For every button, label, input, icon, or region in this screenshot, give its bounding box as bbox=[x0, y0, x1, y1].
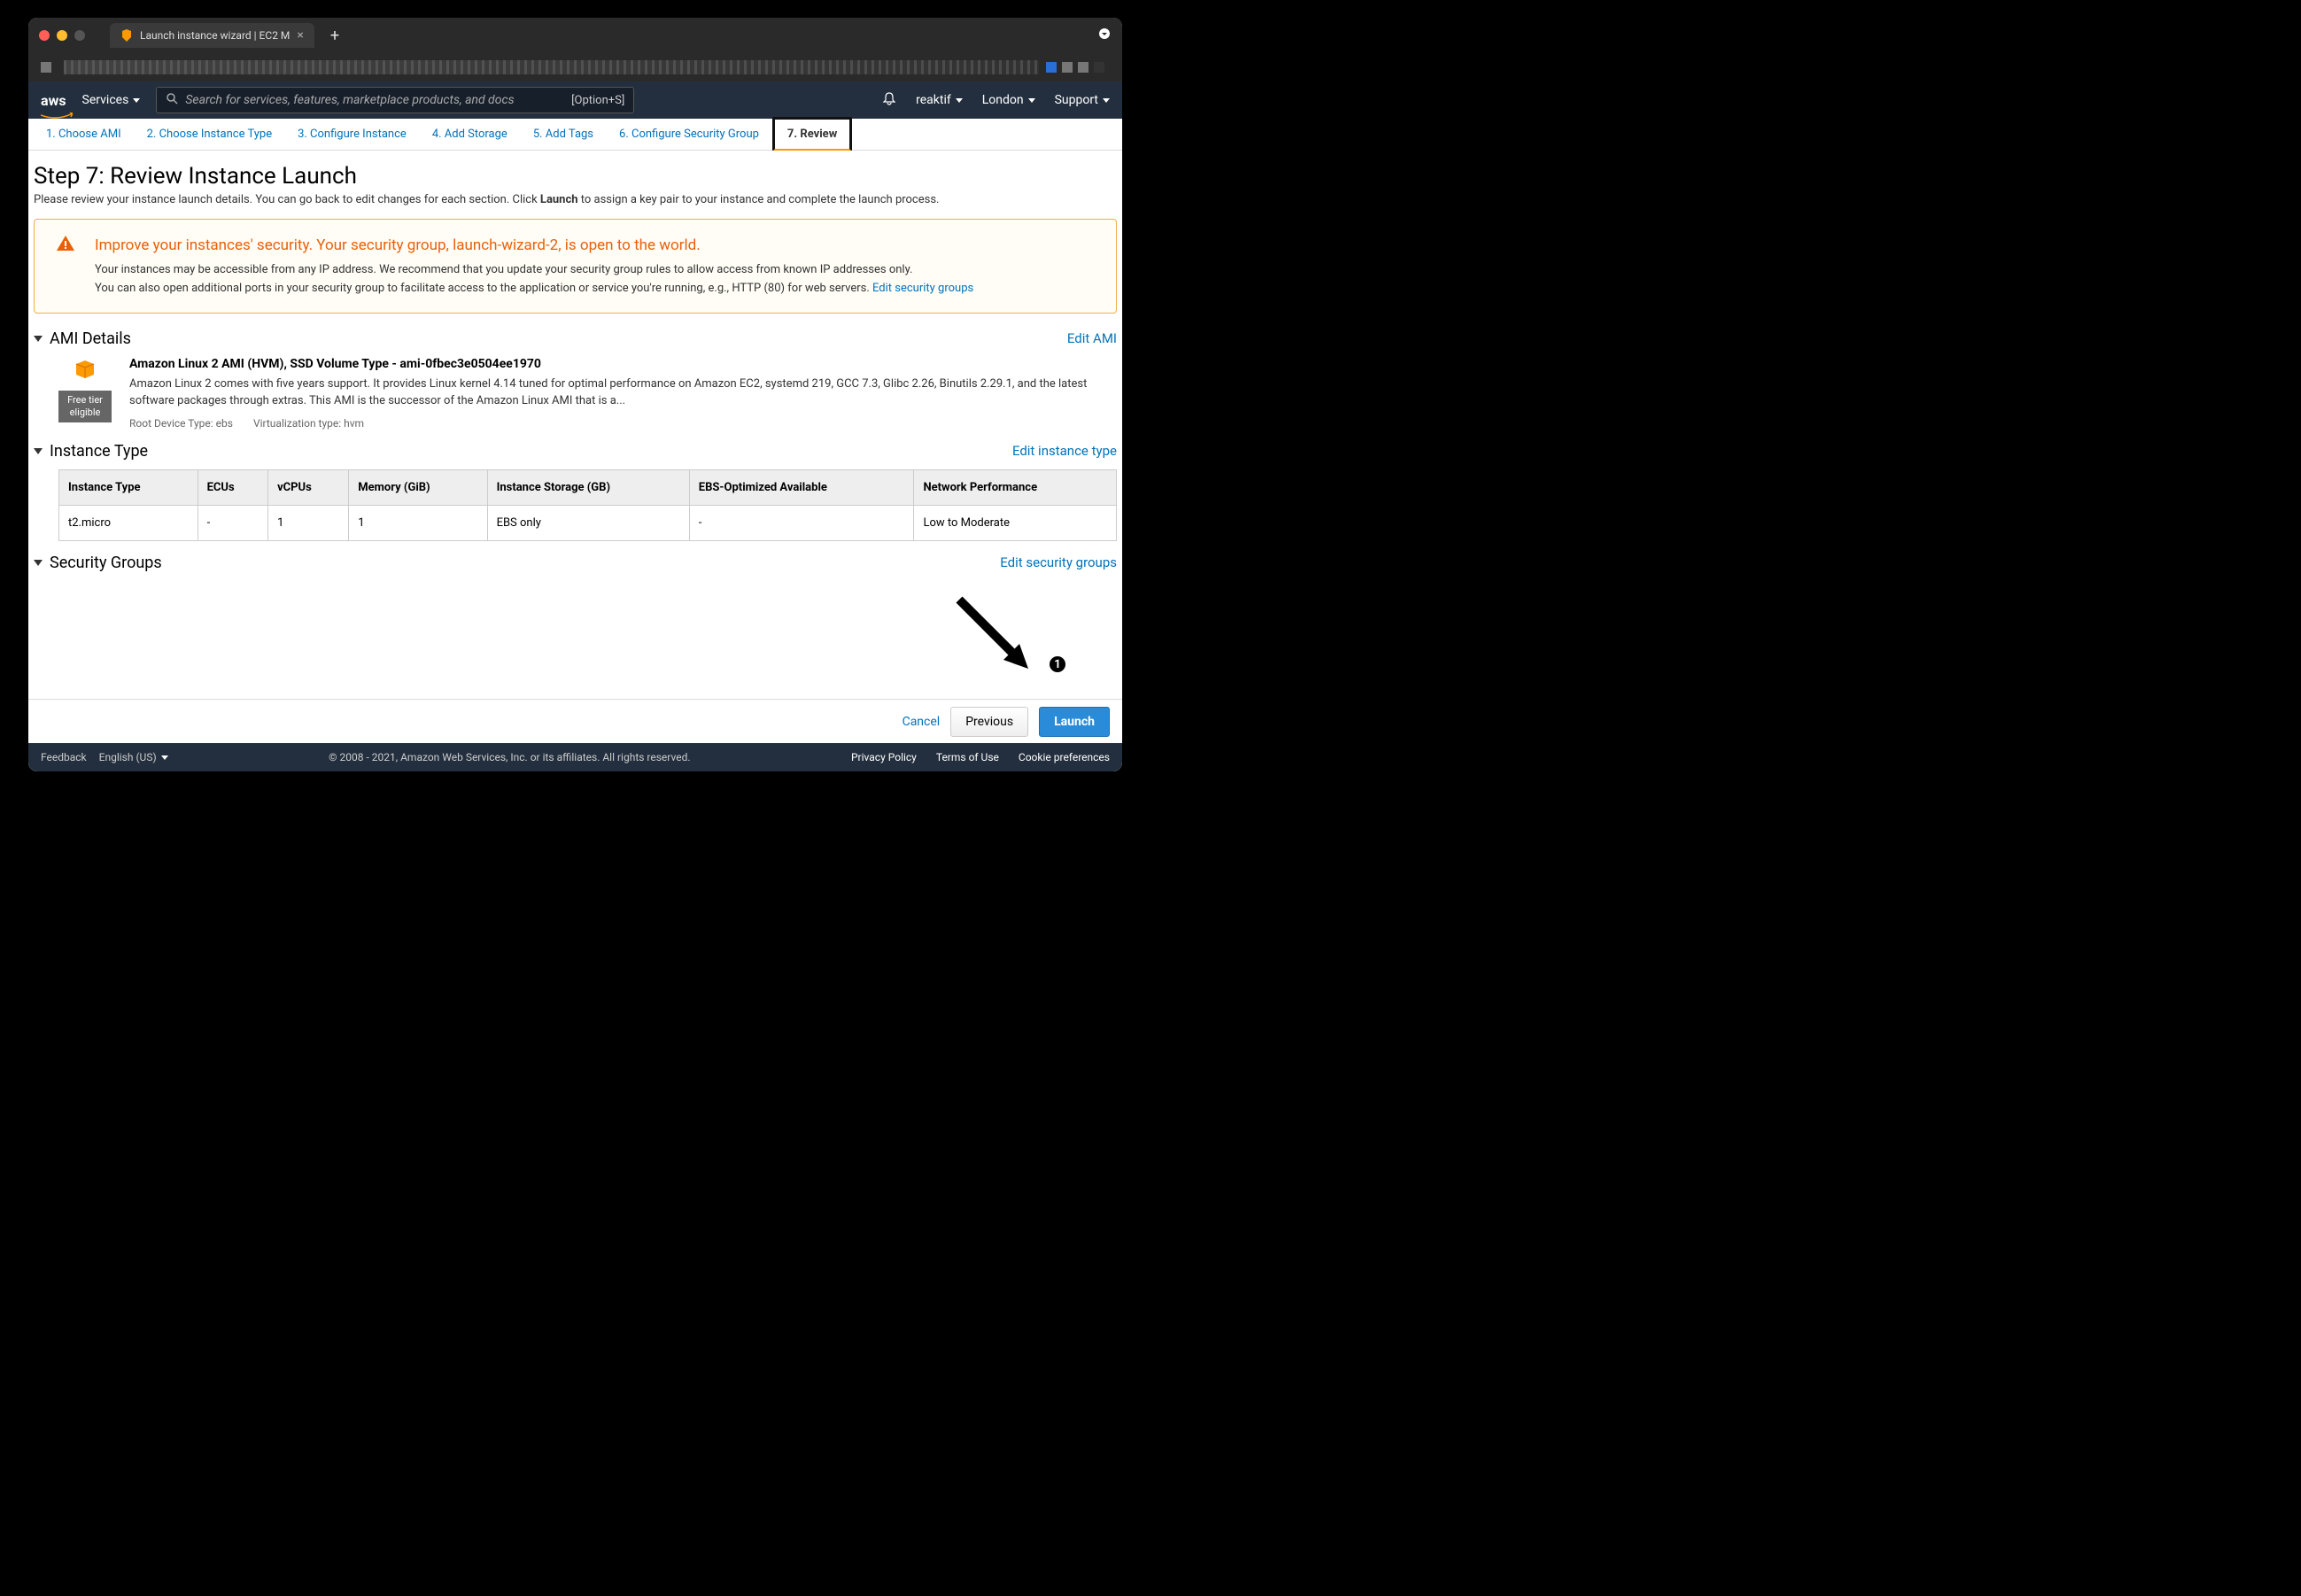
aws-footer: Feedback English (US) © 2008 - 2021, Ama… bbox=[28, 743, 1122, 771]
tab-configure-instance[interactable]: 3. Configure Instance bbox=[285, 119, 420, 150]
maximize-window-icon[interactable] bbox=[74, 30, 85, 41]
instance-type-table: Instance Type ECUs vCPUs Memory (GiB) In… bbox=[58, 469, 1117, 541]
minimize-window-icon[interactable] bbox=[57, 30, 67, 41]
edit-instance-type-link[interactable]: Edit instance type bbox=[1012, 443, 1117, 459]
annotation-badge: 1 bbox=[1048, 655, 1067, 674]
chevron-down-icon bbox=[1028, 98, 1035, 103]
col-network: Network Performance bbox=[914, 469, 1117, 505]
copyright: © 2008 - 2021, Amazon Web Services, Inc.… bbox=[329, 751, 690, 763]
search-input[interactable]: Search for services, features, marketpla… bbox=[156, 87, 634, 113]
col-ebs-optimized: EBS-Optimized Available bbox=[689, 469, 914, 505]
warning-icon bbox=[56, 234, 75, 298]
language-selector[interactable]: English (US) bbox=[99, 751, 168, 763]
url-bar-row bbox=[28, 53, 1122, 81]
col-ecus: ECUs bbox=[198, 469, 268, 505]
section-title: Security Groups bbox=[50, 554, 162, 572]
security-warning-alert: Improve your instances' security. Your s… bbox=[34, 219, 1117, 314]
chevron-down-icon bbox=[1103, 98, 1110, 103]
section-title: Instance Type bbox=[50, 442, 148, 461]
ami-meta: Root Device Type: ebs Virtualization typ… bbox=[129, 417, 1117, 430]
browser-menu-icon[interactable] bbox=[1097, 27, 1112, 44]
disclosure-icon[interactable] bbox=[34, 448, 43, 454]
search-shortcut: [Option+S] bbox=[571, 94, 624, 107]
edit-ami-link[interactable]: Edit AMI bbox=[1067, 330, 1117, 346]
terms-link[interactable]: Terms of Use bbox=[936, 751, 999, 763]
disclosure-icon[interactable] bbox=[34, 336, 43, 342]
window-controls bbox=[39, 30, 85, 41]
col-vcpus: vCPUs bbox=[268, 469, 349, 505]
ami-title: Amazon Linux 2 AMI (HVM), SSD Volume Typ… bbox=[129, 357, 1117, 371]
aws-favicon-icon bbox=[120, 29, 133, 42]
notifications-icon[interactable] bbox=[882, 91, 896, 109]
free-tier-badge: Free tier eligible bbox=[58, 391, 112, 423]
instance-type-section: Instance Type Edit instance type Instanc… bbox=[28, 442, 1122, 541]
wizard-steps: 1. Choose AMI 2. Choose Instance Type 3.… bbox=[28, 119, 1122, 151]
chevron-down-icon bbox=[133, 98, 140, 103]
tab-choose-ami[interactable]: 1. Choose AMI bbox=[34, 119, 135, 150]
edit-security-groups-link[interactable]: Edit security groups bbox=[872, 282, 973, 295]
col-storage: Instance Storage (GB) bbox=[487, 469, 689, 505]
col-memory: Memory (GiB) bbox=[349, 469, 487, 505]
tab-review[interactable]: 7. Review bbox=[772, 117, 852, 151]
tab-configure-security-group[interactable]: 6. Configure Security Group bbox=[607, 119, 772, 150]
disclosure-icon[interactable] bbox=[34, 560, 43, 566]
ami-details-section: AMI Details Edit AMI Free tier eligible … bbox=[28, 329, 1122, 430]
browser-titlebar: Launch instance wizard | EC2 M × + bbox=[28, 18, 1122, 53]
aws-logo[interactable]: aws bbox=[41, 92, 66, 109]
close-tab-icon[interactable]: × bbox=[297, 28, 303, 43]
cancel-button[interactable]: Cancel bbox=[903, 715, 941, 729]
launch-button[interactable]: Launch bbox=[1039, 707, 1110, 737]
url-bar[interactable] bbox=[64, 60, 1039, 74]
alert-title: Improve your instances' security. Your s… bbox=[95, 234, 973, 258]
tab-add-tags[interactable]: 5. Add Tags bbox=[521, 119, 607, 150]
security-groups-section: Security Groups Edit security groups bbox=[28, 554, 1122, 572]
col-instance-type: Instance Type bbox=[59, 469, 198, 505]
feedback-link[interactable]: Feedback bbox=[41, 751, 87, 763]
region-menu[interactable]: London bbox=[982, 93, 1035, 107]
edit-security-groups-link[interactable]: Edit security groups bbox=[1000, 554, 1117, 570]
cookie-link[interactable]: Cookie preferences bbox=[1019, 751, 1110, 763]
account-menu[interactable]: reaktif bbox=[916, 93, 963, 107]
search-icon bbox=[166, 92, 178, 108]
alert-content: Improve your instances' security. Your s… bbox=[95, 234, 973, 298]
privacy-link[interactable]: Privacy Policy bbox=[851, 751, 917, 763]
new-tab-button[interactable]: + bbox=[330, 27, 339, 45]
table-row: t2.micro - 1 1 EBS only - Low to Moderat… bbox=[59, 505, 1117, 540]
page-title: Step 7: Review Instance Launch bbox=[28, 163, 1122, 190]
chevron-down-icon bbox=[956, 98, 963, 103]
aws-header: aws Services Search for services, featur… bbox=[28, 81, 1122, 119]
ami-description: Amazon Linux 2 comes with five years sup… bbox=[129, 376, 1117, 410]
tab-choose-instance-type[interactable]: 2. Choose Instance Type bbox=[135, 119, 285, 150]
page-subtitle: Please review your instance launch detai… bbox=[28, 190, 1122, 219]
tab-add-storage[interactable]: 4. Add Storage bbox=[420, 119, 521, 150]
support-menu[interactable]: Support bbox=[1055, 93, 1110, 107]
ami-box-icon bbox=[73, 357, 97, 385]
browser-tab[interactable]: Launch instance wizard | EC2 M × bbox=[110, 23, 314, 48]
close-window-icon[interactable] bbox=[39, 30, 50, 41]
wizard-footer: Cancel Previous Launch bbox=[28, 699, 1122, 743]
tab-title: Launch instance wizard | EC2 M bbox=[140, 29, 290, 42]
section-title: AMI Details bbox=[50, 329, 131, 348]
previous-button[interactable]: Previous bbox=[950, 707, 1028, 737]
chevron-down-icon bbox=[161, 755, 168, 760]
main-content: Step 7: Review Instance Launch Please re… bbox=[28, 151, 1122, 771]
services-menu[interactable]: Services bbox=[82, 93, 141, 107]
annotation-arrow-icon bbox=[950, 591, 1039, 683]
